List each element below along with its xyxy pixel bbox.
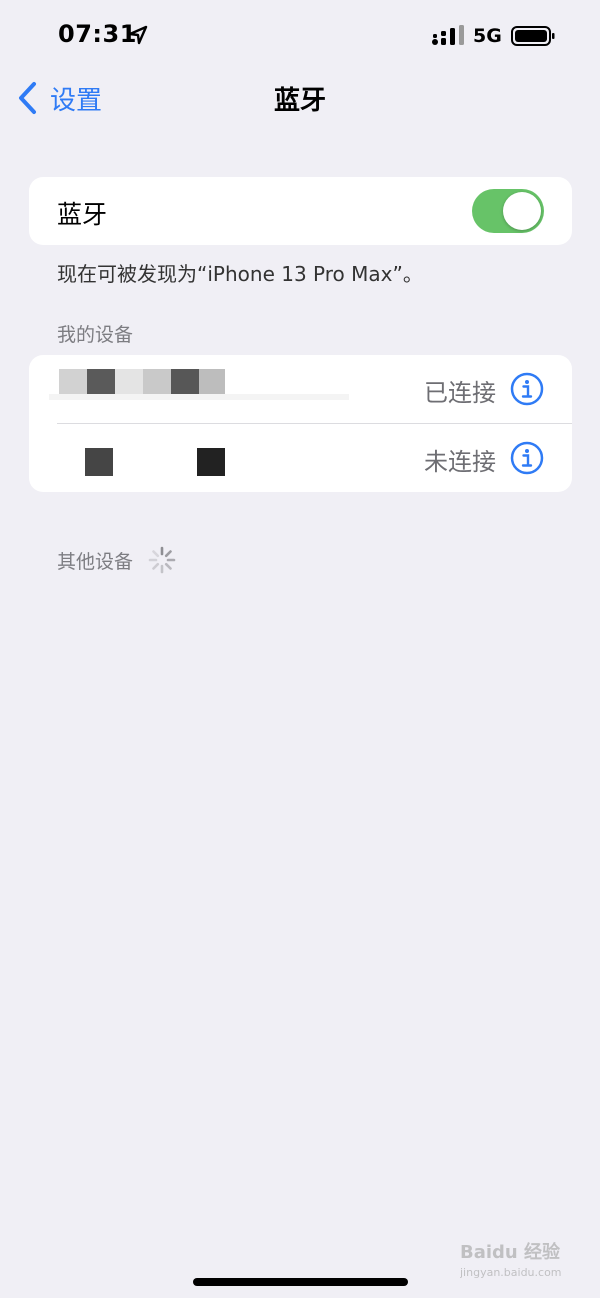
bluetooth-toggle-cell: 蓝牙	[29, 177, 572, 245]
bluetooth-label: 蓝牙	[57, 200, 108, 229]
loading-spinner-icon	[148, 546, 176, 574]
page-title: 蓝牙	[273, 86, 326, 116]
location-arrow-icon	[128, 25, 148, 45]
device-status: 已连接	[424, 379, 496, 407]
other-devices-header: 其他设备	[57, 545, 177, 575]
discoverable-text: 现在可被发现为“iPhone 13 Pro Max”。	[57, 262, 423, 286]
watermark-text: Baidu 经验	[460, 1241, 561, 1263]
my-devices-list: 已连接 未连接	[29, 355, 572, 492]
device-name-redacted	[49, 434, 349, 482]
device-status: 未连接	[424, 448, 496, 476]
toggle-knob	[503, 192, 541, 230]
device-row-1[interactable]: 已连接	[29, 355, 572, 424]
other-devices-label: 其他设备	[57, 550, 134, 573]
battery-full-icon	[511, 26, 555, 46]
baidu-watermark-logo: Baidu 经验 jingyan.baidu.com	[460, 1241, 562, 1279]
watermark-sub: jingyan.baidu.com	[460, 1266, 562, 1279]
info-circle-icon[interactable]	[510, 372, 544, 406]
my-devices-header: 我的设备	[57, 324, 134, 346]
info-circle-icon[interactable]	[510, 441, 544, 475]
device-row-2[interactable]: 未连接	[29, 424, 572, 492]
bluetooth-toggle[interactable]	[472, 189, 544, 233]
device-name-redacted	[49, 365, 349, 413]
status-time: 07:31	[58, 20, 137, 48]
home-indicator[interactable]	[193, 1278, 408, 1286]
network-type: 5G	[473, 25, 502, 47]
status-bar: 07:31 5G	[0, 0, 600, 70]
cellular-signal-icon	[432, 25, 464, 45]
